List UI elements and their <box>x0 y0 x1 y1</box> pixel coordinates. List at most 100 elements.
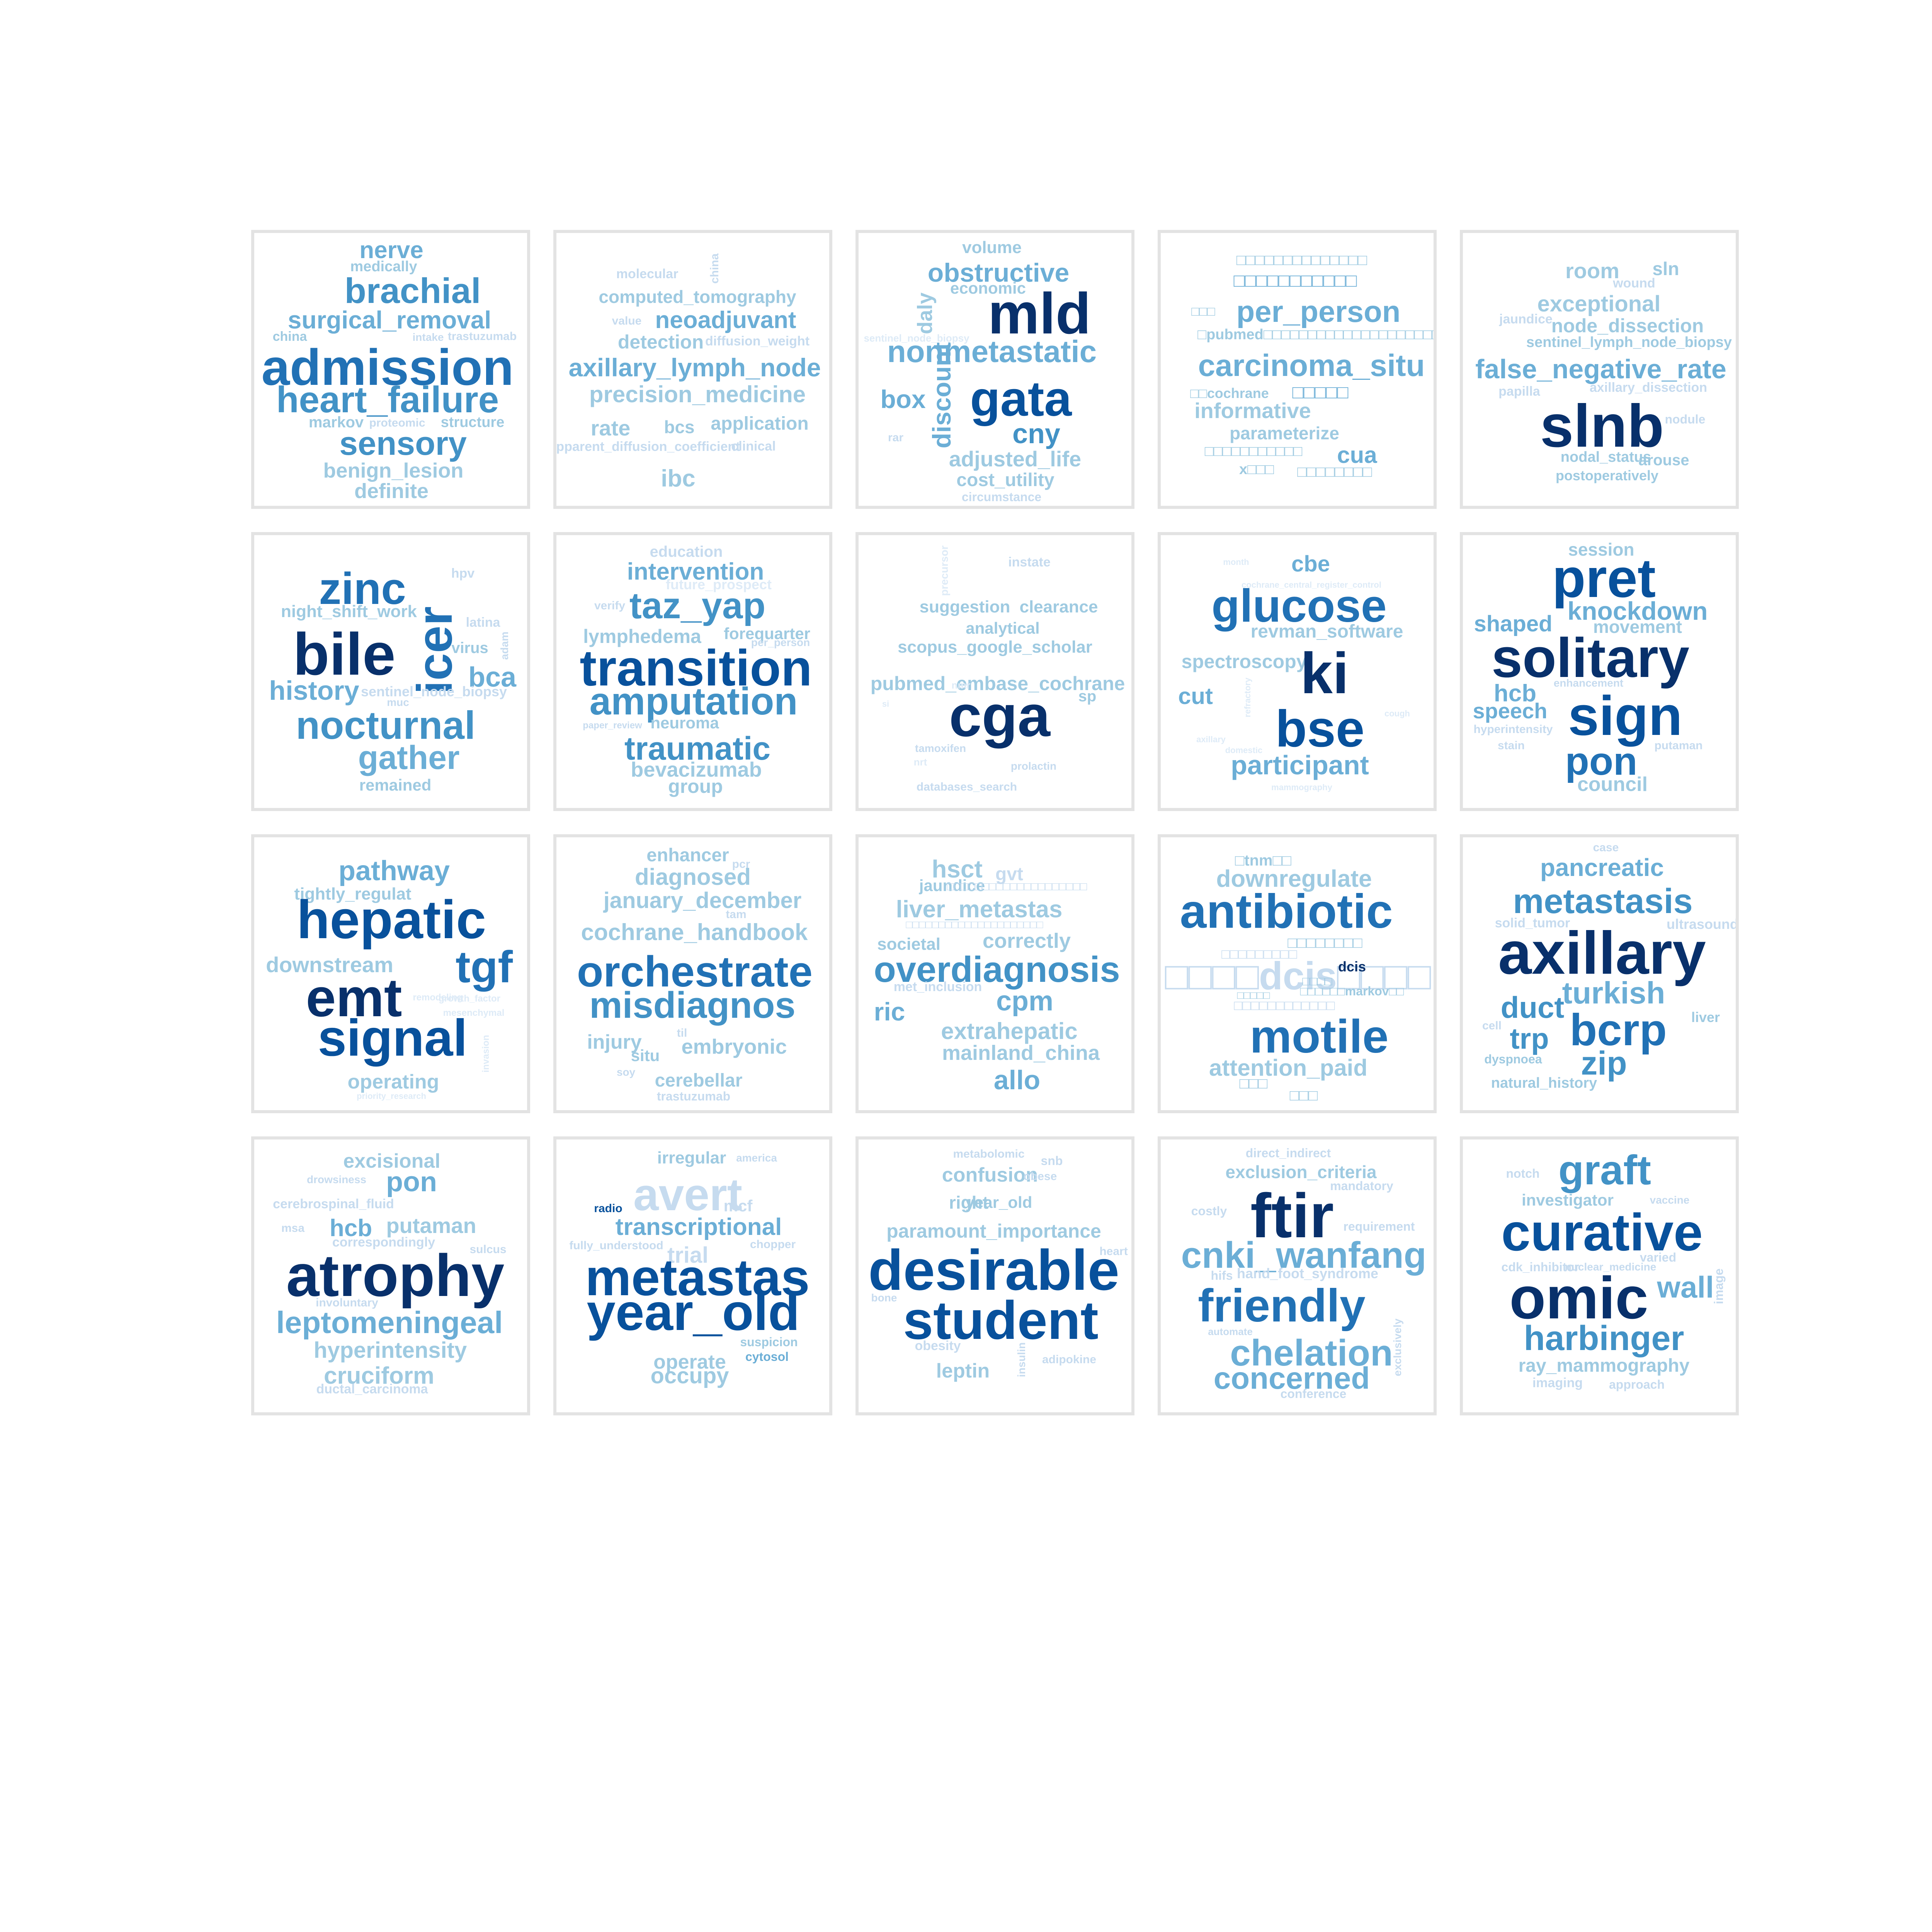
cloud-word: msa <box>281 1222 305 1235</box>
cloud-word: □□□□□□□□ <box>1287 934 1362 951</box>
cloud-word: □□□□□□□□□□□ <box>1204 443 1303 459</box>
cloud-word: allo <box>993 1065 1041 1095</box>
cloud-word: requirement <box>1343 1219 1415 1233</box>
word-cloud-panel: enhancer pcr diagnosed january_december tam c… <box>553 834 832 1113</box>
cloud-word: direct_indirect <box>1245 1146 1331 1160</box>
cloud-word: latina <box>466 615 500 630</box>
cloud-word: cga <box>949 683 1050 749</box>
cloud-word: ductal_carcinoma <box>316 1382 428 1396</box>
cloud-word: mandatory <box>1330 1179 1393 1193</box>
cloud-word: correctly <box>982 929 1071 952</box>
cloud-word: axillary <box>1196 735 1226 744</box>
cloud-word: diagnosed <box>634 864 751 890</box>
cloud-word: year_old <box>587 1284 800 1341</box>
cloud-word: antibiotic <box>1180 885 1393 938</box>
cloud-word: rar <box>888 431 904 444</box>
cloud-word: hyperintensity <box>1473 723 1553 736</box>
cloud-word: neoadjuvant <box>655 307 796 333</box>
cloud-word: adipokine <box>1042 1353 1097 1366</box>
cloud-word: heart_failure <box>276 379 499 420</box>
cloud-word: parameterize <box>1230 423 1339 443</box>
cloud-word: cochrane_handbook <box>581 919 808 945</box>
cloud-word: nonmetastatic <box>887 334 1097 369</box>
cloud-word: hepatic <box>296 889 486 950</box>
word-cloud-panel: excisional drowsiness pon cerebrospinal_flu… <box>251 1136 530 1415</box>
cloud-word: □□□ <box>1191 304 1215 319</box>
cloud-word: □□□□□□□□□□□□□□ <box>1236 252 1367 269</box>
cloud-word: mainland_china <box>942 1041 1100 1065</box>
cloud-word: radio <box>594 1202 622 1215</box>
cloud-word: adjusted_life <box>949 447 1082 471</box>
cloud-word: carcinoma_situ <box>1198 348 1425 383</box>
cloud-word: dcis <box>1338 959 1366 975</box>
cloud-word: arouse <box>1638 452 1689 469</box>
cloud-word: wall <box>1657 1270 1714 1304</box>
cloud-word: transcriptional <box>615 1214 782 1240</box>
cloud-word: papilla <box>1498 384 1540 399</box>
cloud-word: obesity <box>915 1338 961 1353</box>
cloud-word: trp <box>1510 1022 1549 1055</box>
cloud-word: metastasis <box>1513 882 1693 921</box>
cloud-word: hand_foot_syndrome <box>1236 1265 1379 1281</box>
cloud-word: remained <box>359 776 432 794</box>
word-cloud-panel: month cbe cochrane_central_register_contro… <box>1158 532 1437 811</box>
cloud-word: imaging <box>1532 1376 1583 1390</box>
cloud-word: january_december <box>603 888 802 913</box>
cloud-word: approach <box>1609 1378 1665 1391</box>
cloud-word: exceptional <box>1537 291 1661 316</box>
cloud-word: year_old <box>965 1193 1032 1211</box>
cloud-word: sign <box>1568 685 1683 747</box>
cloud-word: tam <box>726 908 747 921</box>
cloud-word: night_shift_work <box>281 602 417 621</box>
cloud-word: irregular <box>657 1148 726 1167</box>
word-cloud-panel: room sln wound exceptional jaundice node_diss… <box>1460 230 1739 509</box>
cloud-word: molecular <box>616 267 679 281</box>
cloud-word: cerebellar <box>655 1070 743 1091</box>
cloud-word: month <box>1223 557 1249 567</box>
cloud-word: leptomeningeal <box>276 1305 503 1340</box>
cloud-word: □□□□□□markov□□ <box>1300 984 1404 998</box>
cloud-word: putaman <box>386 1213 476 1238</box>
cloud-word: □pubmed□□□□□□□□□□□□□□□□□□□□ <box>1197 327 1437 343</box>
cloud-word: virus <box>451 639 488 656</box>
cloud-word: conference <box>1280 1387 1347 1401</box>
cloud-word: ric <box>874 997 905 1026</box>
cloud-word: hyperintensity <box>313 1338 467 1363</box>
cloud-word: situ <box>631 1046 660 1065</box>
cloud-word: pancreatic <box>1540 854 1664 881</box>
cloud-word: jaundice <box>1499 312 1553 327</box>
cloud-word: invasion <box>481 1035 491 1073</box>
cloud-word: computed_tomography <box>599 287 796 307</box>
cloud-word: prolactin <box>1010 760 1057 772</box>
cloud-word: gather <box>358 739 460 776</box>
cloud-word: axillary <box>1498 920 1706 987</box>
cloud-word: sp <box>1078 688 1097 705</box>
cloud-word: cytosol <box>745 1350 789 1364</box>
cloud-word: axillary_lymph_node <box>568 353 821 382</box>
word-cloud-panel: zinc hpv night_shift_work latina bile icer ada… <box>251 532 530 811</box>
cloud-word: costly <box>1191 1204 1227 1218</box>
word-cloud-panel: hsct gvt jaundice □□□□□□□□□□□□□□□□□□□□ liver… <box>855 834 1134 1113</box>
cloud-word: apparent_diffusion_coefficient <box>553 439 740 454</box>
cloud-word: false_negative_rate <box>1475 354 1726 384</box>
cloud-word: precursor <box>938 545 950 596</box>
cloud-word: discount <box>927 342 956 449</box>
cloud-word: diffusion_weight <box>705 334 810 349</box>
cloud-word: image <box>1712 1268 1726 1304</box>
cloud-word: trastuzumab <box>656 1089 731 1103</box>
cloud-word: definite <box>354 480 429 503</box>
cloud-word: neuroma <box>650 714 719 732</box>
cloud-word: exclusively <box>1391 1318 1403 1376</box>
cloud-word: precision_medicine <box>589 381 806 407</box>
cloud-word: taz_yap <box>629 585 766 626</box>
cloud-word: america <box>736 1152 777 1164</box>
word-cloud-panel: session pret shaped knockdown movement solita… <box>1460 532 1739 811</box>
cloud-word: drowsiness <box>306 1173 367 1185</box>
word-cloud-panel: precursor instate suggestion clearance analy… <box>855 532 1134 811</box>
cloud-word: nrt <box>913 756 927 768</box>
cloud-word: per_person <box>1236 294 1401 328</box>
cloud-word: application <box>711 413 809 434</box>
cloud-word: obese <box>1023 1170 1057 1183</box>
cloud-word: instate <box>1008 555 1051 570</box>
cloud-word: tgf <box>455 942 513 992</box>
